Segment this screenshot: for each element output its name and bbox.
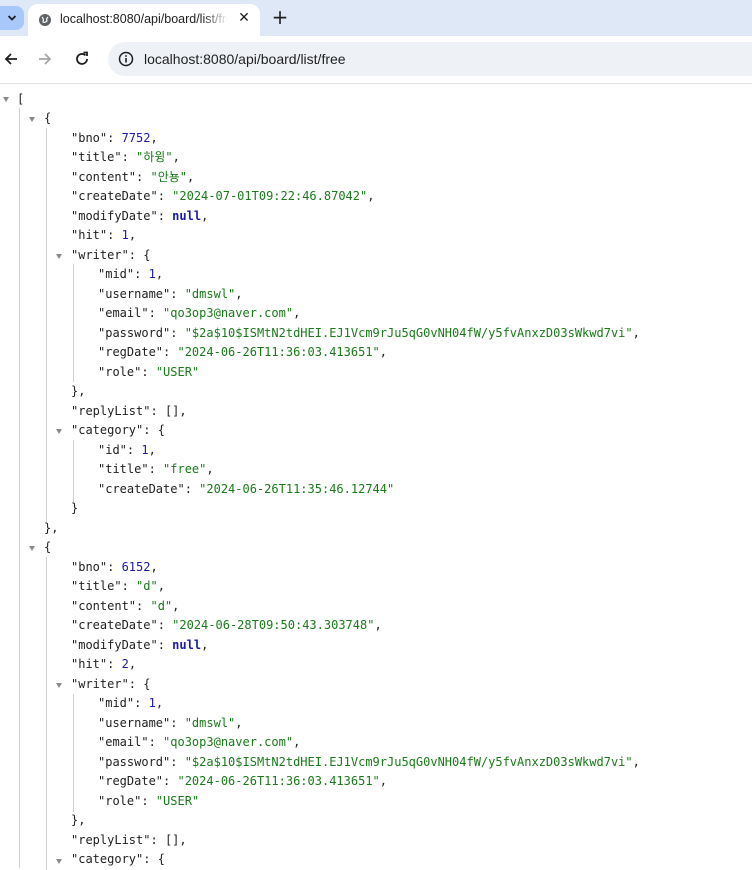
json-value: 1 (148, 267, 156, 281)
indent-guide (73, 440, 74, 504)
json-viewer: [ { "bno": 7752, "title": "하윙", "content… (0, 84, 752, 870)
json-line: "hit": 1, (71, 228, 137, 242)
json-value: 2 (121, 657, 129, 671)
json-line: "mid": 1, (98, 696, 164, 710)
url-text: localhost:8080/api/board/list/free (144, 51, 346, 67)
json-line: "role": "USER" (98, 365, 200, 379)
json-value: "2024-06-26T11:36:03.413651" (177, 345, 380, 359)
collapse-toggle[interactable] (29, 117, 35, 122)
json-line: "password": "$2a$10$ISMtN2tdHEI.EJ1Vcm9r… (98, 755, 640, 769)
json-value: "USER" (155, 794, 200, 808)
json-line: "id": 1, (98, 443, 156, 457)
json-line: "regDate": "2024-06-26T11:36:03.413651", (98, 345, 388, 359)
indent-guide (73, 694, 74, 812)
collapse-toggle[interactable] (29, 546, 35, 551)
json-value: "$2a$10$ISMtN2tdHEI.EJ1Vcm9rJu5qG0vNH04f… (184, 326, 633, 340)
json-line: "writer": { (71, 677, 151, 691)
json-line: "createDate": "2024-07-01T09:22:46.87042… (71, 189, 375, 203)
json-value: "USER" (155, 365, 200, 379)
json-line: "email": "qo3op3@naver.com", (98, 306, 301, 320)
json-line: "password": "$2a$10$ISMtN2tdHEI.EJ1Vcm9r… (98, 326, 640, 340)
json-value: "$2a$10$ISMtN2tdHEI.EJ1Vcm9rJu5qG0vNH04f… (184, 755, 633, 769)
json-object-close: }, (44, 521, 59, 535)
json-key: category (78, 852, 137, 866)
json-value: "d" (150, 599, 173, 613)
json-value: null (172, 209, 202, 223)
collapse-toggle[interactable] (56, 859, 62, 864)
json-value: 1 (121, 228, 129, 242)
json-line: "role": "USER" (98, 794, 200, 808)
json-line: "hit": 2, (71, 657, 137, 671)
json-line: "writer": { (71, 248, 151, 262)
json-line: "regDate": "2024-06-26T11:36:03.413651", (98, 774, 388, 788)
json-line: "title": "d", (71, 579, 165, 593)
json-value: "2024-06-26T11:36:03.413651" (177, 774, 380, 788)
json-line: "category": { (71, 423, 165, 437)
json-line: }, (71, 813, 86, 827)
collapse-toggle[interactable] (3, 97, 9, 102)
tab-strip: localhost:8080/api/board/list/free ✕ + (0, 0, 752, 36)
json-value: "2024-06-26T11:35:46.12744" (199, 482, 395, 496)
globe-icon (38, 12, 52, 26)
indent-guide (19, 108, 20, 868)
json-value: "qo3op3@naver.com" (163, 306, 294, 320)
collapse-toggle[interactable] (56, 429, 62, 434)
json-value: "dmswl" (184, 287, 236, 301)
json-value: 1 (148, 696, 156, 710)
address-bar[interactable]: localhost:8080/api/board/list/free (108, 42, 752, 76)
json-line: "content": "d", (71, 599, 180, 613)
json-line: }, (71, 384, 86, 398)
json-value: "d" (136, 579, 158, 593)
json-object-open: { (44, 540, 52, 554)
json-line: "username": "dmswl", (98, 716, 243, 730)
site-info-icon[interactable] (118, 51, 134, 67)
active-tab[interactable]: localhost:8080/api/board/list/free ✕ (28, 4, 260, 36)
json-line: "replyList": [], (71, 404, 187, 418)
json-value: "dmswl" (184, 716, 236, 730)
json-value: "안뇽" (150, 170, 188, 184)
reload-icon[interactable] (71, 48, 93, 70)
collapse-toggle[interactable] (56, 254, 62, 259)
json-line: "bno": 6152, (71, 560, 158, 574)
json-line: "createDate": "2024-06-28T09:50:43.30374… (71, 618, 382, 632)
json-line: "title": "하윙", (71, 150, 180, 164)
json-value: "2024-06-28T09:50:43.303748" (172, 618, 375, 632)
json-line: } (71, 501, 79, 515)
back-icon[interactable] (0, 48, 22, 70)
json-line: "createDate": "2024-06-26T11:35:46.12744… (98, 482, 395, 496)
json-line: "mid": 1, (98, 267, 164, 281)
close-icon[interactable]: ✕ (234, 8, 254, 28)
json-line: "title": "free", (98, 462, 214, 476)
indent-guide (46, 557, 47, 870)
json-line: "replyList": [], (71, 833, 187, 847)
json-value: "하윙" (136, 150, 173, 164)
json-value: "qo3op3@naver.com" (163, 735, 294, 749)
json-line: "username": "dmswl", (98, 287, 243, 301)
tab-title: localhost:8080/api/board/list/free (60, 12, 228, 26)
forward-icon[interactable] (34, 48, 56, 70)
tab-search-icon[interactable] (0, 6, 24, 30)
browser-toolbar: localhost:8080/api/board/list/free (0, 36, 752, 84)
json-line: "email": "qo3op3@naver.com", (98, 735, 301, 749)
json-value: "free" (163, 462, 207, 476)
json-value: 7752 (121, 131, 151, 145)
json-line: "bno": 7752, (71, 131, 158, 145)
indent-guide (46, 128, 47, 523)
json-object-open: { (44, 111, 52, 125)
plus-icon[interactable]: + (268, 6, 292, 30)
indent-guide (73, 264, 74, 382)
collapse-toggle[interactable] (56, 683, 62, 688)
json-array-open: [ (17, 92, 25, 106)
json-line: "content": "안뇽", (71, 170, 195, 184)
json-value: [] (164, 833, 180, 847)
json-line: "category": { (71, 852, 165, 866)
json-line: "modifyDate": null, (71, 638, 209, 652)
json-value: "2024-07-01T09:22:46.87042" (172, 189, 368, 203)
json-line: "modifyDate": null, (71, 209, 209, 223)
json-value: 1 (141, 443, 149, 457)
json-value: 6152 (121, 560, 151, 574)
json-value: [] (164, 404, 180, 418)
json-value: null (172, 638, 202, 652)
